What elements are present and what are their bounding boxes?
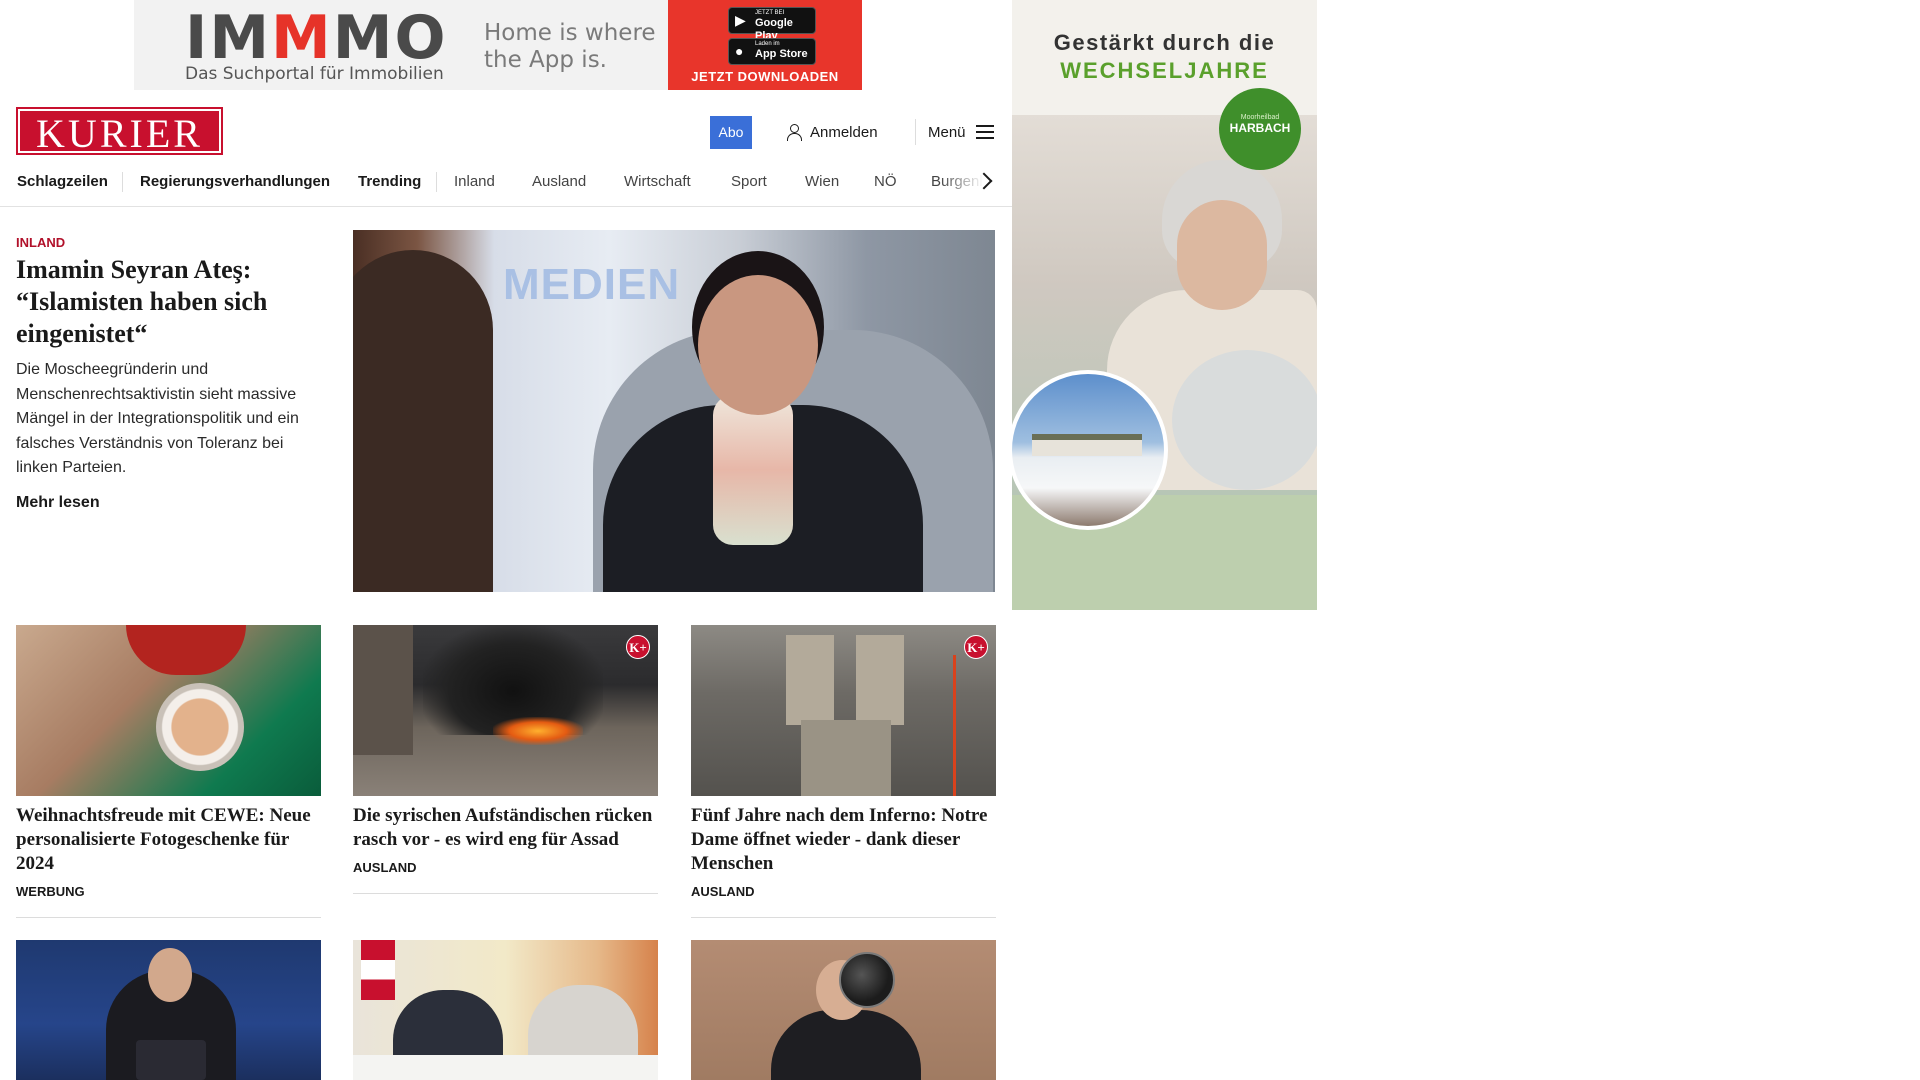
article-thumbnail[interactable]: K+ <box>353 625 658 796</box>
ad-headline: Gestärkt durch die <box>1053 30 1276 55</box>
article-card[interactable] <box>353 940 658 1080</box>
apple-icon: ● <box>735 43 744 59</box>
google-play-button[interactable]: ▶ JETZT BEI Google Play <box>728 7 816 42</box>
kurier-logo[interactable]: KURIER <box>16 107 223 156</box>
article-card[interactable] <box>16 940 321 1080</box>
section-navigation: Schlagzeilen Regierungsverhandlungen Tre… <box>0 163 1012 207</box>
nav-item-schlagzeilen[interactable]: Schlagzeilen <box>17 163 108 201</box>
article-thumbnail[interactable]: K+ <box>691 625 996 796</box>
nav-divider <box>436 172 437 192</box>
article-card[interactable]: Weihnachtsfreude mit CEWE: Neue personal… <box>16 625 321 918</box>
sidebar-ad[interactable]: Gestärkt durch die WECHSELJAHRE Moorheil… <box>1012 0 1317 610</box>
nav-item-inland[interactable]: Inland <box>454 163 495 201</box>
abo-button[interactable]: Abo <box>710 116 752 149</box>
article-thumbnail[interactable] <box>16 940 321 1080</box>
login-label: Anmelden <box>810 123 878 141</box>
header-divider <box>915 119 916 145</box>
article-title[interactable]: Weihnachtsfreude mit CEWE: Neue personal… <box>16 804 321 876</box>
ad-download-panel[interactable]: ▶ JETZT BEI Google Play ● Laden im App S… <box>668 0 862 90</box>
ad-tagline: Home is where the App is. <box>484 20 656 73</box>
hero-teaser: Die Moscheegründerin und Menschenrechtsa… <box>16 361 299 476</box>
play-icon: ▶ <box>735 12 746 28</box>
article-label: AUSLAND <box>691 884 755 899</box>
nav-item-wirtschaft[interactable]: Wirtschaft <box>624 163 691 201</box>
read-more-link[interactable]: Mehr lesen <box>16 494 100 512</box>
ad-brand-logo: IMMMO <box>185 3 448 73</box>
article-thumbnail[interactable] <box>353 940 658 1080</box>
article-card[interactable]: K+ Die syrischen Aufständischen rücken r… <box>353 625 658 894</box>
nav-item-noe[interactable]: NÖ <box>874 163 897 201</box>
divider <box>16 917 321 918</box>
article-label: AUSLAND <box>353 860 417 875</box>
article-thumbnail[interactable] <box>691 940 996 1080</box>
ad-brand-subtitle: Das Suchportal für Immobilien <box>185 64 444 84</box>
menu-label: Menü <box>928 123 966 141</box>
article-title[interactable]: Fünf Jahre nach dem Inferno: Notre Dame … <box>691 804 996 876</box>
nav-divider <box>122 172 123 192</box>
harbach-badge: Moorheilbad HARBACH <box>1219 88 1301 170</box>
ad-cta-label[interactable]: JETZT DOWNLOADEN <box>668 69 862 84</box>
hamburger-icon <box>975 125 994 139</box>
nav-item-wien[interactable]: Wien <box>805 163 839 201</box>
article-card[interactable] <box>691 940 996 1080</box>
divider <box>691 917 996 918</box>
backdrop-text: MEDIEN <box>503 260 681 309</box>
premium-badge-icon: K+ <box>964 635 988 659</box>
login-button[interactable]: Anmelden <box>786 120 878 144</box>
hero-section-label[interactable]: INLAND <box>16 235 65 250</box>
nav-item-trending[interactable]: Trending <box>358 163 421 201</box>
article-thumbnail[interactable] <box>16 625 321 796</box>
ad-headline-accent: WECHSELJAHRE <box>1060 58 1269 83</box>
premium-badge-icon: K+ <box>626 635 650 659</box>
nav-item-regierungsverhandlungen[interactable]: Regierungsverhandlungen <box>140 163 330 201</box>
hotel-photo <box>1012 370 1168 530</box>
nav-item-sport[interactable]: Sport <box>731 163 767 201</box>
app-store-button[interactable]: ● Laden im App Store <box>728 38 816 65</box>
menu-button[interactable]: Menü <box>928 120 994 144</box>
article-title[interactable]: Die syrischen Aufständischen rücken rasc… <box>353 804 658 852</box>
article-label: WERBUNG <box>16 884 85 899</box>
article-card[interactable]: K+ Fünf Jahre nach dem Inferno: Notre Da… <box>691 625 996 918</box>
user-icon <box>786 123 802 141</box>
hero-headline[interactable]: Imamin Seyran Ateş: “Islamisten haben si… <box>16 254 316 350</box>
top-banner-ad[interactable]: IMMMO Das Suchportal für Immobilien Home… <box>134 0 862 90</box>
divider <box>353 893 658 894</box>
nav-item-ausland[interactable]: Ausland <box>532 163 586 201</box>
hero-image[interactable]: MEDIEN <box>353 230 995 592</box>
